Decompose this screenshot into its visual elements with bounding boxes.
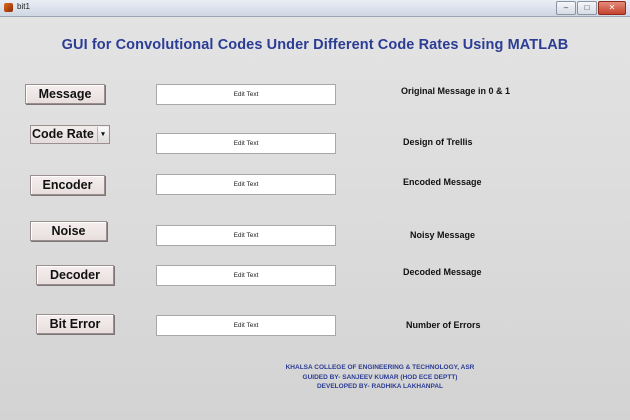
window-title: bit1 bbox=[17, 2, 30, 11]
credits-developer: DEVELOPED BY- RADHIKA LAKHANPAL bbox=[316, 383, 444, 390]
matlab-figure-icon bbox=[4, 3, 13, 12]
chevron-down-icon: ▾ bbox=[97, 127, 108, 142]
noise-edit-field[interactable]: Edit Text bbox=[156, 225, 336, 246]
page-title: GUI for Convolutional Codes Under Differ… bbox=[61, 37, 569, 53]
noise-button[interactable]: Noise bbox=[30, 221, 107, 241]
bit-error-button[interactable]: Bit Error bbox=[36, 314, 114, 334]
message-output-label: Original Message in 0 & 1 bbox=[401, 86, 511, 96]
decoder-button[interactable]: Decoder bbox=[36, 265, 114, 285]
maximize-button[interactable]: □ bbox=[577, 1, 597, 15]
encoder-button[interactable]: Encoder bbox=[30, 175, 105, 195]
code-rate-edit-field[interactable]: Edit Text bbox=[156, 133, 336, 154]
message-button[interactable]: Message bbox=[25, 84, 105, 104]
figure-panel: GUI for Convolutional Codes Under Differ… bbox=[0, 17, 630, 420]
close-button[interactable]: ✕ bbox=[598, 1, 626, 15]
noise-output-label: Noisy Message bbox=[410, 230, 476, 240]
code-rate-dropdown[interactable]: Code Rate ▾ bbox=[30, 125, 110, 144]
encoder-output-label: Encoded Message bbox=[403, 177, 482, 187]
bit-error-edit-field[interactable]: Edit Text bbox=[156, 315, 336, 336]
bit-error-output-label: Number of Errors bbox=[406, 320, 481, 330]
minimize-button[interactable]: – bbox=[556, 1, 576, 15]
credits-college: KHALSA COLLEGE OF ENGINEERING & TECHNOLO… bbox=[285, 364, 475, 371]
window-controls: – □ ✕ bbox=[556, 1, 626, 15]
decoder-edit-field[interactable]: Edit Text bbox=[156, 265, 336, 286]
credits: KHALSA COLLEGE OF ENGINEERING & TECHNOLO… bbox=[270, 363, 490, 392]
message-edit-field[interactable]: Edit Text bbox=[156, 84, 336, 105]
credits-guide: GUIDED BY- SANJEEV KUMAR (HOD ECE DEPTT) bbox=[302, 373, 458, 381]
encoder-edit-field[interactable]: Edit Text bbox=[156, 174, 336, 195]
decoder-output-label: Decoded Message bbox=[403, 267, 482, 277]
code-rate-output-label: Design of Trellis bbox=[403, 137, 473, 147]
code-rate-dropdown-label: Code Rate bbox=[32, 127, 94, 141]
title-bar: bit1 – □ ✕ bbox=[0, 0, 630, 17]
